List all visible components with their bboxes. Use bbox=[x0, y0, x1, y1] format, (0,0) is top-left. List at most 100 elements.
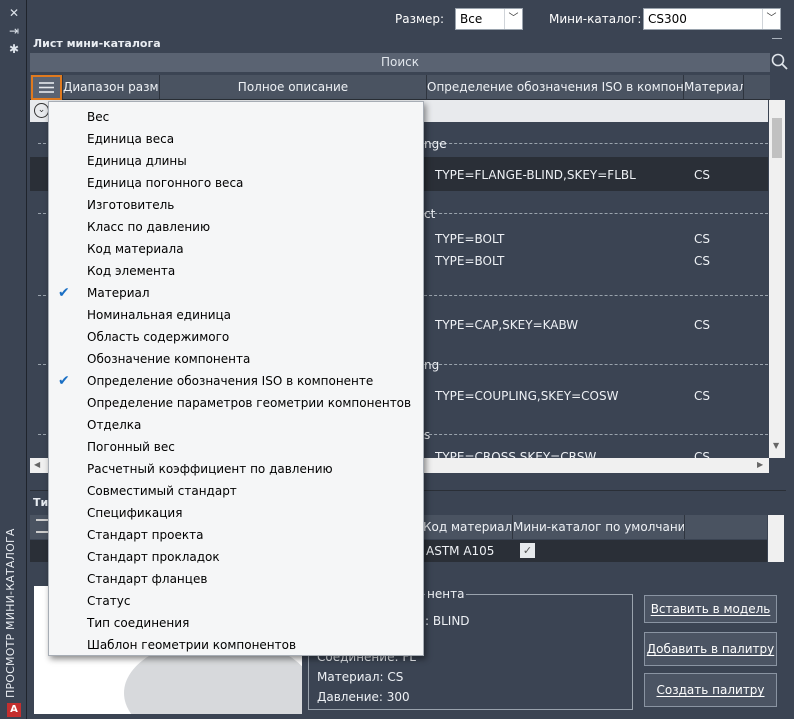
menu-item-label: Номинальная единица bbox=[87, 308, 232, 322]
menu-item[interactable]: Единица длины bbox=[49, 150, 423, 172]
menu-item[interactable]: Отделка bbox=[49, 414, 423, 436]
catalog-select[interactable]: CS300 ﹀ bbox=[643, 8, 781, 30]
group-label: ng bbox=[424, 358, 440, 372]
details-line: : BLIND bbox=[425, 614, 470, 628]
menu-item[interactable]: Номинальная единица bbox=[49, 304, 423, 326]
menu-item[interactable]: Шаблон геометрии компонентов bbox=[49, 634, 423, 656]
menu-item[interactable]: Статус bbox=[49, 590, 423, 612]
insert-into-model-button[interactable]: Вставить в модель bbox=[644, 595, 777, 623]
scroll-right-icon[interactable]: ▶ bbox=[757, 460, 763, 469]
material-cell: CS bbox=[694, 168, 710, 182]
create-palette-button[interactable]: Создать палитру bbox=[644, 673, 777, 707]
menu-item-label: Стандарт фланцев bbox=[87, 572, 208, 586]
group-label: nge bbox=[424, 137, 447, 151]
menu-item[interactable]: Расчетный коэффициент по давлению bbox=[49, 458, 423, 480]
catalog-select-value: CS300 bbox=[648, 12, 687, 26]
menu-item[interactable]: Класс по давлению bbox=[49, 216, 423, 238]
menu-item-label: Изготовитель bbox=[87, 198, 175, 212]
chevron-down-icon: ﹀ bbox=[762, 9, 780, 29]
group-label: s bbox=[424, 428, 431, 442]
default-catalog-checkbox[interactable]: ✓ bbox=[520, 543, 535, 558]
menu-item-label: Совместимый стандарт bbox=[87, 484, 237, 498]
material-cell: CS bbox=[694, 318, 710, 332]
menu-item-label: Область содержимого bbox=[87, 330, 230, 344]
menu-item[interactable]: Код элемента bbox=[49, 260, 423, 282]
palette-title: ПРОСМОТР МИНИ-КАТАЛОГА bbox=[4, 528, 17, 698]
type-section-title: Ти bbox=[33, 496, 49, 509]
menu-item-label: Отделка bbox=[87, 418, 142, 432]
menu-item-label: Расчетный коэффициент по давлению bbox=[87, 462, 333, 476]
search-icon[interactable] bbox=[770, 52, 790, 72]
menu-item[interactable]: Погонный вес bbox=[49, 436, 423, 458]
vertical-scrollbar[interactable]: ▼ bbox=[769, 100, 785, 458]
column-size-range[interactable]: Диапазон разм. bbox=[63, 75, 160, 99]
collapse-icon[interactable]: ⇥ bbox=[7, 24, 21, 38]
column-chooser-button[interactable] bbox=[31, 75, 62, 100]
iso-cell: TYPE=FLANGE-BLIND,SKEY=FLBL bbox=[435, 168, 636, 182]
scroll-thumb[interactable] bbox=[772, 118, 782, 158]
menu-item[interactable]: Единица погонного веса bbox=[49, 172, 423, 194]
menu-item[interactable]: Определение параметров геометрии компоне… bbox=[49, 392, 423, 414]
details-line: Давление: 300 bbox=[317, 690, 410, 704]
iso-cell: TYPE=COUPLING,SKEY=COSW bbox=[435, 389, 619, 403]
collapse-group-icon[interactable]: ⌄ bbox=[34, 103, 49, 118]
menu-item[interactable]: ✔ Определение обозначения ISO в компонент… bbox=[49, 370, 423, 392]
size-label: Размер: bbox=[395, 12, 445, 26]
scroll-left-icon[interactable]: ◀ bbox=[34, 460, 40, 469]
menu-item-label: Код элемента bbox=[87, 264, 176, 278]
menu-item[interactable]: Совместимый стандарт bbox=[49, 480, 423, 502]
column-iso-definition[interactable]: Определение обозначения ISO в компоненте bbox=[427, 75, 684, 99]
menu-item[interactable]: Стандарт фланцев bbox=[49, 568, 423, 590]
menu-item[interactable]: Обозначение компонента bbox=[49, 348, 423, 370]
menu-item[interactable]: Спецификация bbox=[49, 502, 423, 524]
menu-item[interactable]: Вес bbox=[49, 106, 423, 128]
sheet-title: Лист мини-каталога bbox=[33, 37, 161, 50]
column-material-code[interactable]: Код материала bbox=[423, 515, 513, 539]
menu-item[interactable]: Код материала bbox=[49, 238, 423, 260]
menu-item[interactable]: Стандарт прокладок bbox=[49, 546, 423, 568]
menu-item[interactable]: Стандарт проекта bbox=[49, 524, 423, 546]
type-grid-scrollbar[interactable] bbox=[768, 515, 784, 562]
menu-item-label: Обозначение компонента bbox=[87, 352, 251, 366]
details-line: Материал: CS bbox=[317, 670, 404, 684]
column-default-catalog[interactable]: Мини-каталог по умолчанию bbox=[513, 515, 685, 539]
iso-cell: TYPE=BOLT bbox=[435, 254, 505, 268]
menu-item[interactable]: Изготовитель bbox=[49, 194, 423, 216]
menu-item[interactable]: ✔ Материал bbox=[49, 282, 423, 304]
menu-item-label: Стандарт проекта bbox=[87, 528, 204, 542]
menu-item[interactable]: Единица веса bbox=[49, 128, 423, 150]
column-full-description[interactable]: Полное описание bbox=[160, 75, 427, 99]
material-cell: CS bbox=[694, 450, 710, 458]
menu-item-label: Определение параметров геометрии компоне… bbox=[87, 396, 412, 410]
column-chooser-menu: Вес Единица веса Единица длины Единица пого… bbox=[48, 101, 424, 656]
menu-item-label: Класс по давлению bbox=[87, 220, 211, 234]
material-cell: CS bbox=[694, 389, 710, 403]
menu-item[interactable]: Тип соединения bbox=[49, 612, 423, 634]
catalog-label: Мини-каталог: bbox=[549, 12, 642, 26]
material-cell: CS bbox=[694, 254, 710, 268]
menu-item-label: Единица погонного веса bbox=[87, 176, 244, 190]
column-material[interactable]: Материал bbox=[684, 75, 744, 99]
iso-cell: TYPE=BOLT bbox=[435, 232, 505, 246]
menu-item-label: Вес bbox=[87, 110, 110, 124]
menu-item-label: Определение обозначения ISO в компоненте bbox=[87, 374, 374, 388]
material-cell: CS bbox=[694, 232, 710, 246]
menu-item-label: Статус bbox=[87, 594, 131, 608]
menu-item-label: Погонный вес bbox=[87, 440, 175, 454]
chevron-down-icon: ﹀ bbox=[504, 9, 522, 29]
close-icon[interactable]: ✕ bbox=[7, 6, 21, 20]
size-select[interactable]: Все ﹀ bbox=[455, 8, 523, 30]
add-to-palette-button[interactable]: Добавить в палитру bbox=[644, 632, 777, 666]
group-label: ct bbox=[424, 207, 436, 221]
settings-icon[interactable]: ✱ bbox=[7, 42, 21, 56]
collapse-section-icon[interactable] bbox=[772, 38, 782, 48]
menu-item-label: Спецификация bbox=[87, 506, 183, 520]
app-logo: A bbox=[7, 703, 21, 717]
material-code-cell: ASTM A105 bbox=[426, 544, 495, 558]
scroll-down-icon[interactable]: ▼ bbox=[773, 441, 779, 450]
check-icon: ✔ bbox=[58, 373, 70, 389]
search-input[interactable]: Поиск bbox=[30, 53, 770, 72]
menu-item[interactable]: Область содержимого bbox=[49, 326, 423, 348]
menu-item-label: Стандарт прокладок bbox=[87, 550, 220, 564]
menu-item-label: Единица веса bbox=[87, 132, 175, 146]
